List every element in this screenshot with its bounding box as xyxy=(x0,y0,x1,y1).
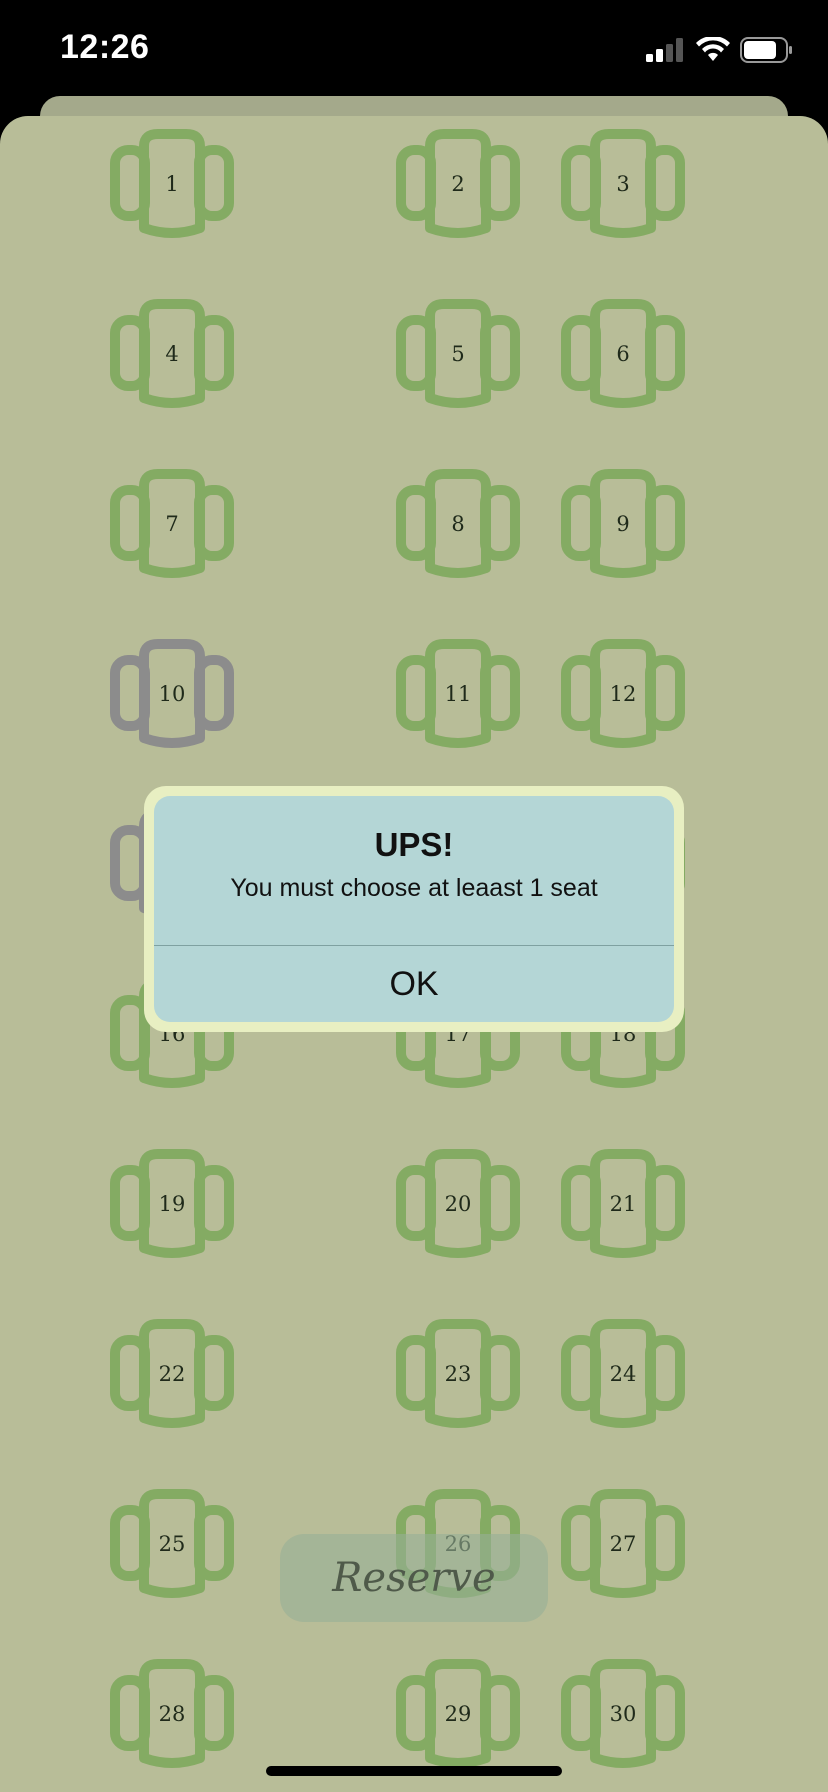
seat-10[interactable]: 10 xyxy=(110,638,234,750)
seat-number: 22 xyxy=(158,1362,186,1386)
seat-number: 8 xyxy=(451,512,465,536)
seat-number: 30 xyxy=(609,1702,637,1726)
seat-number: 27 xyxy=(609,1532,637,1556)
seat-24[interactable]: 24 xyxy=(561,1318,685,1430)
seat-11[interactable]: 11 xyxy=(396,638,520,750)
reserve-button[interactable]: Reserve xyxy=(280,1534,548,1622)
seat-number: 1 xyxy=(165,172,179,196)
seat-number: 5 xyxy=(451,342,465,366)
seat-6[interactable]: 6 xyxy=(561,298,685,410)
seat-number: 29 xyxy=(444,1702,472,1726)
seat-number: 19 xyxy=(158,1192,186,1216)
seat-28[interactable]: 28 xyxy=(110,1658,234,1770)
seat-number: 6 xyxy=(616,342,630,366)
seat-number: 9 xyxy=(616,512,630,536)
screen: 12:26 1 2 3 4 5 6 7 8 9 10 11 12 16 17 18 19 20 21 22 23 24 2… xyxy=(0,0,828,1792)
seat-5[interactable]: 5 xyxy=(396,298,520,410)
seat-23[interactable]: 23 xyxy=(396,1318,520,1430)
seat-20[interactable]: 20 xyxy=(396,1148,520,1260)
seat-8[interactable]: 8 xyxy=(396,468,520,580)
status-icons xyxy=(646,36,794,64)
seat-25[interactable]: 25 xyxy=(110,1488,234,1600)
alert-message: You must choose at leaast 1 seat xyxy=(230,874,598,902)
status-bar: 12:26 xyxy=(0,0,828,96)
seat-number: 23 xyxy=(444,1362,472,1386)
seat-number: 7 xyxy=(165,512,179,536)
seat-7[interactable]: 7 xyxy=(110,468,234,580)
seat-number: 10 xyxy=(158,682,186,706)
seat-30[interactable]: 30 xyxy=(561,1658,685,1770)
seat-number: 4 xyxy=(165,342,179,366)
seat-number: 2 xyxy=(451,172,465,196)
home-indicator xyxy=(266,1766,562,1776)
seat-3[interactable]: 3 xyxy=(561,128,685,240)
seat-number: 28 xyxy=(158,1702,186,1726)
seat-22[interactable]: 22 xyxy=(110,1318,234,1430)
seat-21[interactable]: 21 xyxy=(561,1148,685,1260)
seat-1[interactable]: 1 xyxy=(110,128,234,240)
seat-27[interactable]: 27 xyxy=(561,1488,685,1600)
seat-19[interactable]: 19 xyxy=(110,1148,234,1260)
seat-number: 20 xyxy=(444,1192,472,1216)
battery-icon xyxy=(740,37,792,63)
seat-number: 21 xyxy=(609,1192,637,1216)
status-time: 12:26 xyxy=(60,28,150,66)
seat-4[interactable]: 4 xyxy=(110,298,234,410)
seat-9[interactable]: 9 xyxy=(561,468,685,580)
seat-12[interactable]: 12 xyxy=(561,638,685,750)
alert-ok-button[interactable]: OK xyxy=(154,946,674,1022)
seat-number: 25 xyxy=(158,1532,186,1556)
seat-number: 24 xyxy=(609,1362,637,1386)
cellular-signal-icon xyxy=(646,38,683,62)
seat-number: 3 xyxy=(616,172,630,196)
seat-29[interactable]: 29 xyxy=(396,1658,520,1770)
seat-2[interactable]: 2 xyxy=(396,128,520,240)
alert-dialog: UPS! You must choose at leaast 1 seat OK xyxy=(154,796,674,1022)
seat-number: 11 xyxy=(444,682,472,706)
wifi-icon xyxy=(696,37,730,61)
seat-number: 12 xyxy=(609,682,637,706)
alert-title: UPS! xyxy=(374,826,454,863)
